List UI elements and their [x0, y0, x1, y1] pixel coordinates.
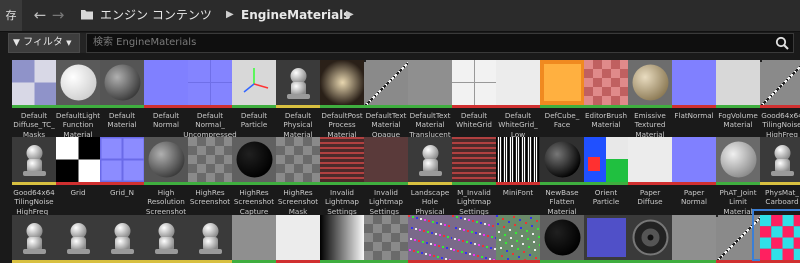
asset-type-stripe [760, 105, 800, 108]
asset-thumbnail [760, 137, 800, 182]
search-icon[interactable] [775, 36, 789, 50]
folder-icon [81, 10, 93, 20]
asset-type-stripe [760, 182, 800, 185]
breadcrumb-separator-icon: ▶ [346, 9, 354, 20]
chevron-down-icon: ▼ [66, 39, 72, 47]
breadcrumb-engine-content[interactable]: エンジン コンテンツ [100, 6, 212, 24]
filter-bar: ▼ フィルタ ▼ 検索 EngineMaterials [8, 33, 794, 53]
forward-arrow-icon[interactable]: → [50, 7, 66, 23]
breadcrumb-enginematerials[interactable]: EngineMaterials [241, 6, 350, 24]
top-toolbar: 存 ← → エンジン コンテンツ ▶ EngineMaterials ▶ [0, 0, 800, 32]
asset-tile[interactable] [752, 209, 800, 263]
asset-grid: Default Diffuse_TC_ Masks DefaultLight Funct… [0, 56, 800, 263]
filter-icon: ▼ [13, 38, 20, 48]
asset-thumbnail [760, 60, 800, 105]
back-arrow-icon[interactable]: ← [32, 7, 48, 23]
breadcrumb-separator-icon: ▶ [226, 9, 234, 20]
search-input[interactable]: 検索 EngineMaterials [86, 33, 794, 53]
save-tab[interactable]: 存 [0, 0, 22, 31]
search-placeholder: 検索 EngineMaterials [93, 37, 197, 48]
filter-button[interactable]: ▼ フィルタ ▼ [8, 33, 80, 53]
asset-thumbnail [760, 215, 800, 260]
filter-label: フィルタ [23, 37, 63, 48]
